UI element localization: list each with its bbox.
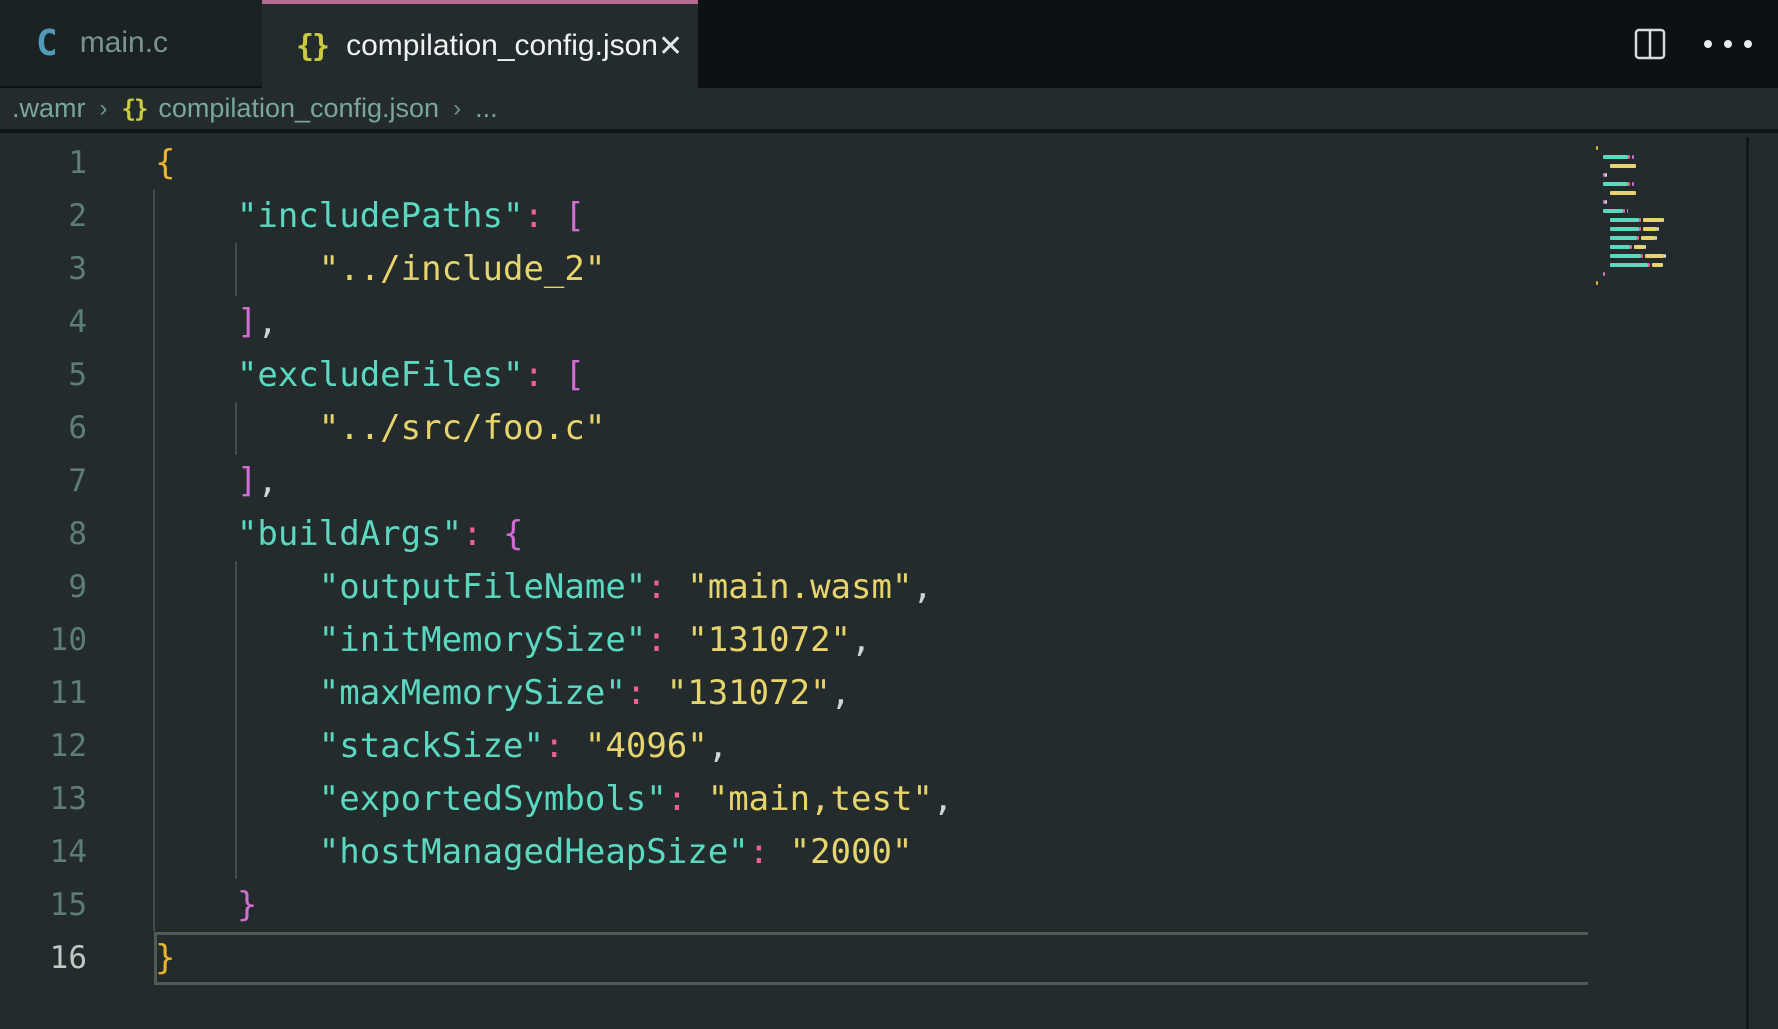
line-number: 16 (0, 932, 87, 985)
breadcrumb-folder[interactable]: .wamr (12, 93, 86, 124)
gutter: 12345678910111213141516 (0, 137, 87, 985)
code-line[interactable]: "buildArgs": { (155, 508, 953, 561)
line-number: 9 (0, 561, 87, 614)
tab-bar: C main.c {} compilation_config.json ✕ (0, 0, 1778, 88)
code-lines[interactable]: { "includePaths": [ "../include_2" ], "e… (155, 137, 953, 985)
code-line[interactable]: "stackSize": "4096", (155, 720, 953, 773)
c-file-icon: C (36, 23, 58, 64)
code-line[interactable]: } (155, 879, 953, 932)
tab-compilation-config-json[interactable]: {} compilation_config.json ✕ (262, 0, 698, 88)
code-line[interactable]: "excludeFiles": [ (155, 349, 953, 402)
tab-label: compilation_config.json (346, 29, 658, 63)
line-number: 2 (0, 190, 87, 243)
minimap[interactable] (1596, 146, 1736, 290)
breadcrumb-file[interactable]: compilation_config.json (158, 93, 439, 124)
code-line[interactable]: "../src/foo.c" (155, 402, 953, 455)
more-actions-button[interactable] (1700, 36, 1756, 52)
ellipsis-icon (1704, 40, 1712, 48)
line-number: 8 (0, 508, 87, 561)
editor-actions (1630, 0, 1756, 88)
line-number: 3 (0, 243, 87, 296)
breadcrumb: .wamr › {} compilation_config.json › ... (0, 88, 1778, 133)
code-editor[interactable]: 12345678910111213141516 { "includePaths"… (0, 137, 1778, 1029)
line-number: 12 (0, 720, 87, 773)
line-number: 10 (0, 614, 87, 667)
code-line[interactable]: } (155, 932, 953, 985)
code-line[interactable]: "initMemorySize": "131072", (155, 614, 953, 667)
code-line[interactable]: "../include_2" (155, 243, 953, 296)
tab-main-c[interactable]: C main.c (0, 0, 262, 86)
code-line[interactable]: ], (155, 296, 953, 349)
breadcrumb-separator-icon: › (453, 95, 461, 123)
line-number: 15 (0, 879, 87, 932)
minimap-content (1596, 146, 1736, 290)
code-line[interactable]: "exportedSymbols": "main,test", (155, 773, 953, 826)
line-number: 11 (0, 667, 87, 720)
line-number: 7 (0, 455, 87, 508)
line-number: 6 (0, 402, 87, 455)
code-line[interactable]: ], (155, 455, 953, 508)
code-line[interactable]: "maxMemorySize": "131072", (155, 667, 953, 720)
split-editor-button[interactable] (1630, 24, 1670, 64)
line-number: 5 (0, 349, 87, 402)
close-tab-icon[interactable]: ✕ (658, 29, 683, 64)
split-editor-icon (1634, 28, 1666, 60)
line-number: 14 (0, 826, 87, 879)
code-line[interactable]: "hostManagedHeapSize": "2000" (155, 826, 953, 879)
line-number: 1 (0, 137, 87, 190)
code-line[interactable]: "outputFileName": "main.wasm", (155, 561, 953, 614)
line-number: 13 (0, 773, 87, 826)
breadcrumb-symbol-more[interactable]: ... (475, 93, 498, 124)
vertical-scrollbar[interactable] (1746, 137, 1778, 1029)
code-line[interactable]: { (155, 137, 953, 190)
tab-label: main.c (80, 26, 168, 60)
json-file-icon: {} (296, 29, 328, 64)
code-line[interactable]: "includePaths": [ (155, 190, 953, 243)
line-number: 4 (0, 296, 87, 349)
breadcrumb-separator-icon: › (100, 95, 108, 123)
json-file-icon: {} (122, 95, 147, 123)
